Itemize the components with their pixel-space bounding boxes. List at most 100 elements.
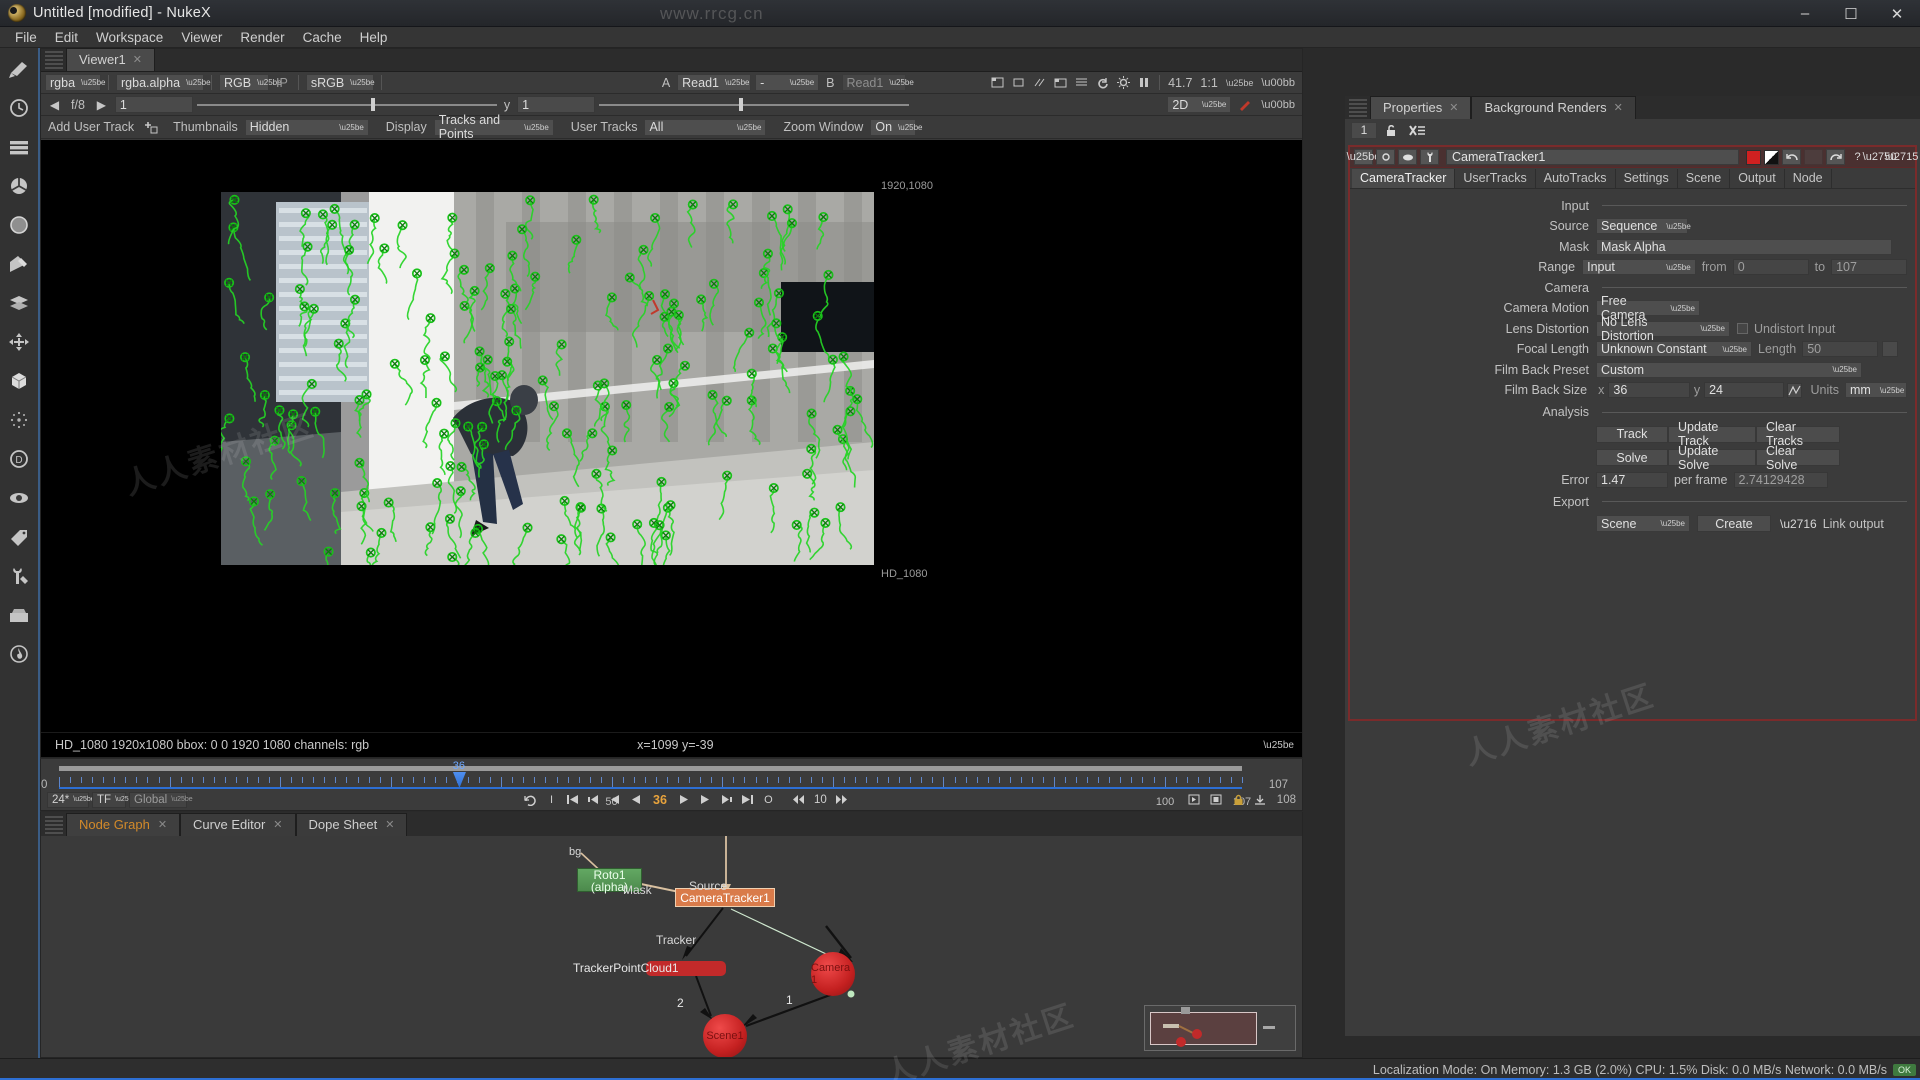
wrench-icon[interactable] <box>1420 149 1439 165</box>
paint-icon[interactable] <box>1235 96 1254 113</box>
tab-curve-editor[interactable]: Curve Editor ✕ <box>180 813 296 836</box>
gamma-slider[interactable] <box>599 96 910 113</box>
gain-prev-icon[interactable]: ◀ <box>45 96 64 113</box>
lens-distortion-select[interactable]: No Lens Distortion \u25be <box>1596 315 1730 343</box>
chevron-down-icon[interactable]: \u25be <box>1223 78 1257 88</box>
node-name-field[interactable]: CameraTracker1 <box>1446 149 1739 165</box>
next-keyframe-icon[interactable] <box>717 791 736 808</box>
menu-cache[interactable]: Cache <box>294 28 351 47</box>
export-type-select[interactable]: Scene \u25be <box>1596 515 1690 532</box>
mask-select[interactable]: Mask Alpha <box>1596 238 1892 255</box>
properties-count[interactable]: 1 <box>1351 121 1377 139</box>
channels-select[interactable]: rgba \u25be <box>45 74 106 91</box>
in-icon[interactable]: I <box>542 791 561 808</box>
tab-viewer1[interactable]: Viewer1 ✕ <box>66 48 155 71</box>
pane-grip-icon[interactable] <box>45 816 63 834</box>
source-select[interactable]: Sequence \u25be <box>1596 218 1691 234</box>
node-tab-cameratracker[interactable]: CameraTracker <box>1352 169 1456 188</box>
thumbnails-select[interactable]: Hidden \u25be <box>244 118 369 136</box>
node-graph-minimap[interactable] <box>1144 1005 1296 1051</box>
input-a-select[interactable]: Read1 \u25be <box>677 74 752 91</box>
track-button[interactable]: Track <box>1596 425 1668 443</box>
dimension-select[interactable]: 2D \u25be <box>1167 96 1232 113</box>
gamma-input[interactable]: 1 <box>517 96 596 113</box>
pane-grip-icon[interactable] <box>45 51 63 69</box>
color-chip-red[interactable] <box>1746 149 1761 165</box>
collapse-icon[interactable]: \u25be <box>1347 149 1380 165</box>
zoom-ratio[interactable]: 1:1 <box>1197 76 1220 90</box>
animation-menu-icon[interactable] <box>1882 341 1899 357</box>
status-badge[interactable]: OK <box>1892 1063 1916 1076</box>
tab-properties[interactable]: Properties ✕ <box>1370 96 1472 119</box>
prev-frame-icon[interactable] <box>605 791 624 808</box>
flipbook-icon[interactable] <box>1251 791 1270 808</box>
metadata-icon[interactable] <box>6 524 32 550</box>
colorspace-select[interactable]: sRGB \u25be <box>305 74 375 91</box>
menu-viewer[interactable]: Viewer <box>172 28 231 47</box>
expand-icon[interactable]: \u00bb <box>1258 99 1298 111</box>
3d-icon[interactable] <box>6 368 32 394</box>
chevron-down-icon[interactable]: \u25be <box>1263 740 1294 751</box>
error-input[interactable]: 1.47 <box>1596 471 1668 488</box>
menu-edit[interactable]: Edit <box>46 28 87 47</box>
disable-icon[interactable] <box>1376 149 1395 165</box>
node-camera1[interactable]: Camera 1 <box>811 952 855 996</box>
range-from-input[interactable]: 0 <box>1732 259 1809 275</box>
close-button[interactable]: ✕ <box>1874 0 1920 27</box>
tab-properties-close-icon[interactable]: ✕ <box>1449 101 1458 114</box>
length-input[interactable]: 50 <box>1802 341 1879 357</box>
views-icon[interactable] <box>6 485 32 511</box>
first-frame-icon[interactable] <box>563 791 582 808</box>
add-user-track-button[interactable]: Add User Track <box>45 120 137 134</box>
node-tab-scene[interactable]: Scene <box>1678 169 1731 188</box>
viewer-canvas[interactable]: 1920,1080 HD_1080 <box>41 140 1302 732</box>
undistort-input-checkbox[interactable] <box>1737 323 1748 334</box>
node-tab-settings[interactable]: Settings <box>1616 169 1678 188</box>
zoom-percent[interactable]: 41.7 <box>1165 76 1195 90</box>
undo-icon[interactable] <box>1782 149 1801 165</box>
list-icon[interactable] <box>1072 74 1091 91</box>
merge-icon[interactable] <box>6 290 32 316</box>
gain-next-icon[interactable]: ▶ <box>92 96 111 113</box>
step-fwd-icon[interactable] <box>832 791 851 808</box>
node-tab-usertracks[interactable]: UserTracks <box>1455 169 1536 188</box>
next-frame-icon[interactable] <box>696 791 715 808</box>
unlock-icon[interactable] <box>1383 122 1402 139</box>
playback-icon[interactable] <box>1185 791 1204 808</box>
user-tracks-select[interactable]: All \u25be <box>644 118 767 136</box>
input-mid-select[interactable]: - \u25be <box>755 74 820 91</box>
add-track-icon[interactable] <box>141 119 160 136</box>
particles-icon[interactable] <box>6 407 32 433</box>
display-select[interactable]: Tracks and Points \u25be <box>433 113 554 141</box>
clear-tracks-button[interactable]: Clear Tracks <box>1756 420 1840 448</box>
clear-solve-button[interactable]: Clear Solve <box>1756 444 1840 472</box>
menu-file[interactable]: File <box>6 28 46 47</box>
curve-icon[interactable] <box>1786 382 1802 398</box>
sync-select[interactable]: Global \u25be <box>129 791 193 808</box>
last-frame-icon[interactable] <box>738 791 757 808</box>
tab-dope-sheet[interactable]: Dope Sheet ✕ <box>295 813 408 836</box>
fps-mode-select[interactable]: TF \u25be <box>92 791 136 808</box>
deep-icon[interactable]: D <box>6 446 32 472</box>
play-reverse-icon[interactable] <box>626 791 645 808</box>
mask-icon[interactable] <box>1398 149 1417 165</box>
units-select[interactable]: mm \u25be <box>1845 382 1907 398</box>
ip-label[interactable]: IP <box>273 76 291 90</box>
node-tab-autotracks[interactable]: AutoTracks <box>1536 169 1616 188</box>
menu-render[interactable]: Render <box>231 28 293 47</box>
tab-viewer1-close-icon[interactable]: ✕ <box>133 53 142 66</box>
current-frame-display[interactable]: 36 <box>647 793 673 807</box>
solve-button[interactable]: Solve <box>1596 449 1668 466</box>
play-icon[interactable] <box>675 791 694 808</box>
clear-all-icon[interactable] <box>1408 122 1427 139</box>
redo-icon[interactable] <box>1826 149 1845 165</box>
tab-node-graph-close-icon[interactable]: ✕ <box>158 818 167 831</box>
fullscreen-icon[interactable] <box>1207 791 1226 808</box>
color-icon[interactable] <box>6 173 32 199</box>
tab-dope-sheet-close-icon[interactable]: ✕ <box>385 818 394 831</box>
fps-select[interactable]: 24* \u25be <box>47 791 95 808</box>
time-icon[interactable] <box>6 95 32 121</box>
loop-icon[interactable] <box>521 791 540 808</box>
channel-icon[interactable] <box>6 134 32 160</box>
pause-icon[interactable] <box>1135 74 1154 91</box>
